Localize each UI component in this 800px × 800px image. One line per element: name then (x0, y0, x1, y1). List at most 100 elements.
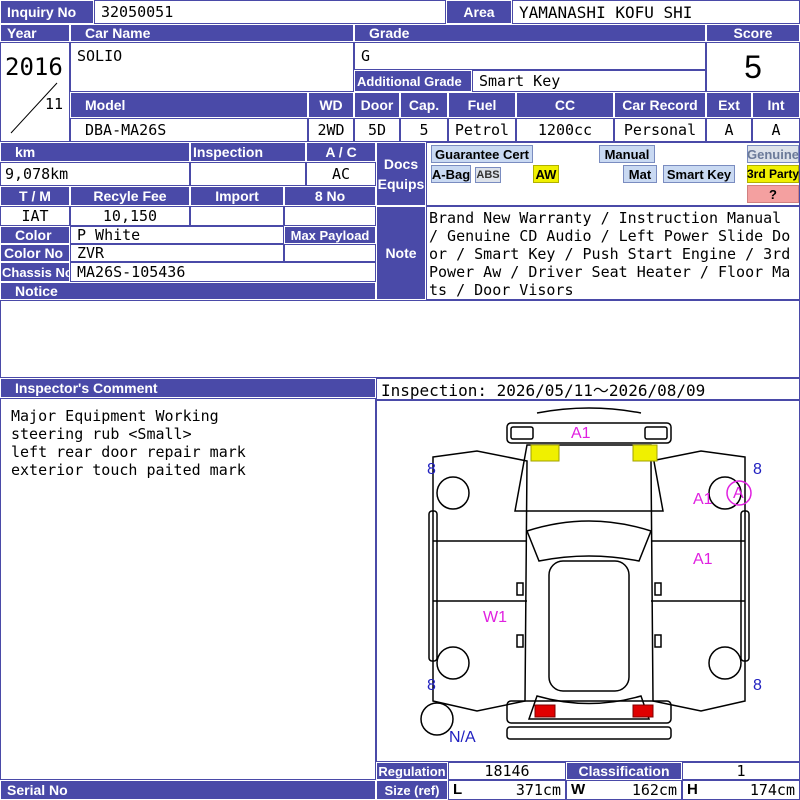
equip-a-bag: A-Bag (431, 165, 471, 183)
size-label: Size (ref) (376, 780, 448, 800)
cap-label: Cap. (400, 92, 448, 118)
car-record-label: Car Record (614, 92, 706, 118)
equip-aw: AW (533, 165, 559, 183)
chassis-value: MA26S-105436 (70, 262, 376, 282)
inspector-comment-label: Inspector's Comment (0, 378, 376, 398)
color-value: P White (70, 226, 284, 244)
size-l-label: L (453, 781, 463, 798)
equip-panel: Guarantee Cert Manual Genuine A-Bag ABS … (426, 142, 800, 206)
wd-label: WD (308, 92, 354, 118)
chassis-label: Chassis No (0, 262, 70, 282)
color-label: Color (0, 226, 70, 244)
year-box: 2016 11 (0, 42, 70, 142)
comment-line: Major Equipment Working (11, 407, 219, 425)
equip-abs: ABS (475, 167, 501, 183)
cc-value: 1200cc (516, 118, 614, 142)
area-label: Area (446, 0, 512, 24)
equip-manual: Manual (599, 145, 655, 163)
recycle-fee-value: 10,150 (70, 206, 190, 226)
fuel-label: Fuel (448, 92, 516, 118)
classification-value: 1 (682, 762, 800, 780)
color-no-value: ZVR (70, 244, 284, 262)
tire-tread-front-right: 8 (753, 461, 762, 478)
size-w-label: W (571, 781, 586, 798)
score-value: 5 (706, 42, 800, 92)
equip-guarantee-cert: Guarantee Cert (431, 145, 533, 163)
spare-tire-mark: N/A (449, 729, 476, 746)
comment-line: left rear door repair mark (11, 443, 246, 461)
car-diagram: A1 A1 A A1 W1 8 8 8 8 N/A (376, 400, 800, 762)
max-payload-label: Max Payload (284, 226, 376, 244)
car-name-value: SOLIO (70, 42, 354, 92)
note-label: Note (376, 206, 426, 300)
classification-label: Classification (566, 762, 682, 780)
import-label: Import (190, 186, 284, 206)
damage-mark-left-rear-door: W1 (483, 609, 507, 626)
no8-label: 8 No (284, 186, 376, 206)
inspector-comment-box: Major Equipment Working steering rub <Sm… (0, 398, 376, 780)
additional-grade-label: Additional Grade (354, 70, 472, 92)
score-label: Score (706, 24, 800, 42)
car-record-value: Personal (614, 118, 706, 142)
grade-label: Grade (354, 24, 706, 42)
size-width: W 162cm (566, 780, 682, 800)
tire-tread-rear-left: 8 (427, 677, 436, 694)
ext-label: Ext (706, 92, 752, 118)
km-value: 9,078km (0, 162, 190, 186)
area-value: YAMANASHI KOFU SHI (512, 0, 800, 24)
regulation-value: 18146 (448, 762, 566, 780)
wd-value: 2WD (308, 118, 354, 142)
damage-mark-right-rear-door: A1 (693, 551, 713, 568)
size-height: H 174cm (682, 780, 800, 800)
year-month: 11 (45, 95, 64, 113)
year-label: Year (0, 24, 70, 42)
comment-line: exterior touch paited mark (11, 461, 246, 479)
fuel-value: Petrol (448, 118, 516, 142)
cc-label: CC (516, 92, 614, 118)
car-name-label: Car Name (70, 24, 354, 42)
tire-tread-rear-right: 8 (753, 677, 762, 694)
door-label: Door (354, 92, 400, 118)
damage-mark-right-front-door: A1 (693, 491, 713, 508)
damage-mark-right-fender: A (733, 485, 744, 502)
int-label: Int (752, 92, 800, 118)
equip-smart-key: Smart Key (663, 165, 735, 183)
km-label: km (0, 142, 190, 162)
max-payload-value (284, 244, 376, 262)
serial-no-label: Serial No (0, 780, 376, 800)
equip-mat: Mat (623, 165, 657, 183)
model-value: DBA-MA26S (70, 118, 308, 142)
size-l-value: 371cm (515, 781, 561, 799)
equip-3rd-party: 3rd Party (746, 165, 800, 183)
car-outline (420, 407, 752, 740)
inquiry-value: 32050051 (94, 0, 446, 24)
note-value: Brand New Warranty / Instruction Manual … (426, 206, 800, 300)
year-value: 2016 (5, 53, 63, 81)
additional-grade-value: Smart Key (472, 70, 706, 92)
door-value: 5D (354, 118, 400, 142)
notice-label: Notice (0, 282, 376, 300)
recycle-fee-label: Recyle Fee (70, 186, 190, 206)
tm-label: T / M (0, 186, 70, 206)
model-label: Model (70, 92, 308, 118)
notice-area (0, 300, 800, 378)
size-h-label: H (687, 781, 698, 798)
ac-label: A / C (306, 142, 376, 162)
inquiry-label: Inquiry No (0, 0, 94, 24)
import-value (190, 206, 284, 226)
grade-value: G (354, 42, 706, 70)
size-length: L 371cm (448, 780, 566, 800)
regulation-label: Regulation (376, 762, 448, 780)
no8-value (284, 206, 376, 226)
cap-value: 5 (400, 118, 448, 142)
equip-genuine: Genuine (747, 145, 800, 163)
size-h-value: 174cm (749, 781, 795, 799)
ac-value: AC (306, 162, 376, 186)
inspection-period: Inspection: 2026/05/11〜2026/08/09 (376, 378, 800, 400)
int-value: A (752, 118, 800, 142)
size-w-value: 162cm (631, 781, 677, 799)
inspection-label: Inspection (190, 142, 306, 162)
comment-line: steering rub <Small> (11, 425, 192, 443)
damage-mark-front-bumper: A1 (571, 425, 591, 442)
tire-tread-front-left: 8 (427, 461, 436, 478)
